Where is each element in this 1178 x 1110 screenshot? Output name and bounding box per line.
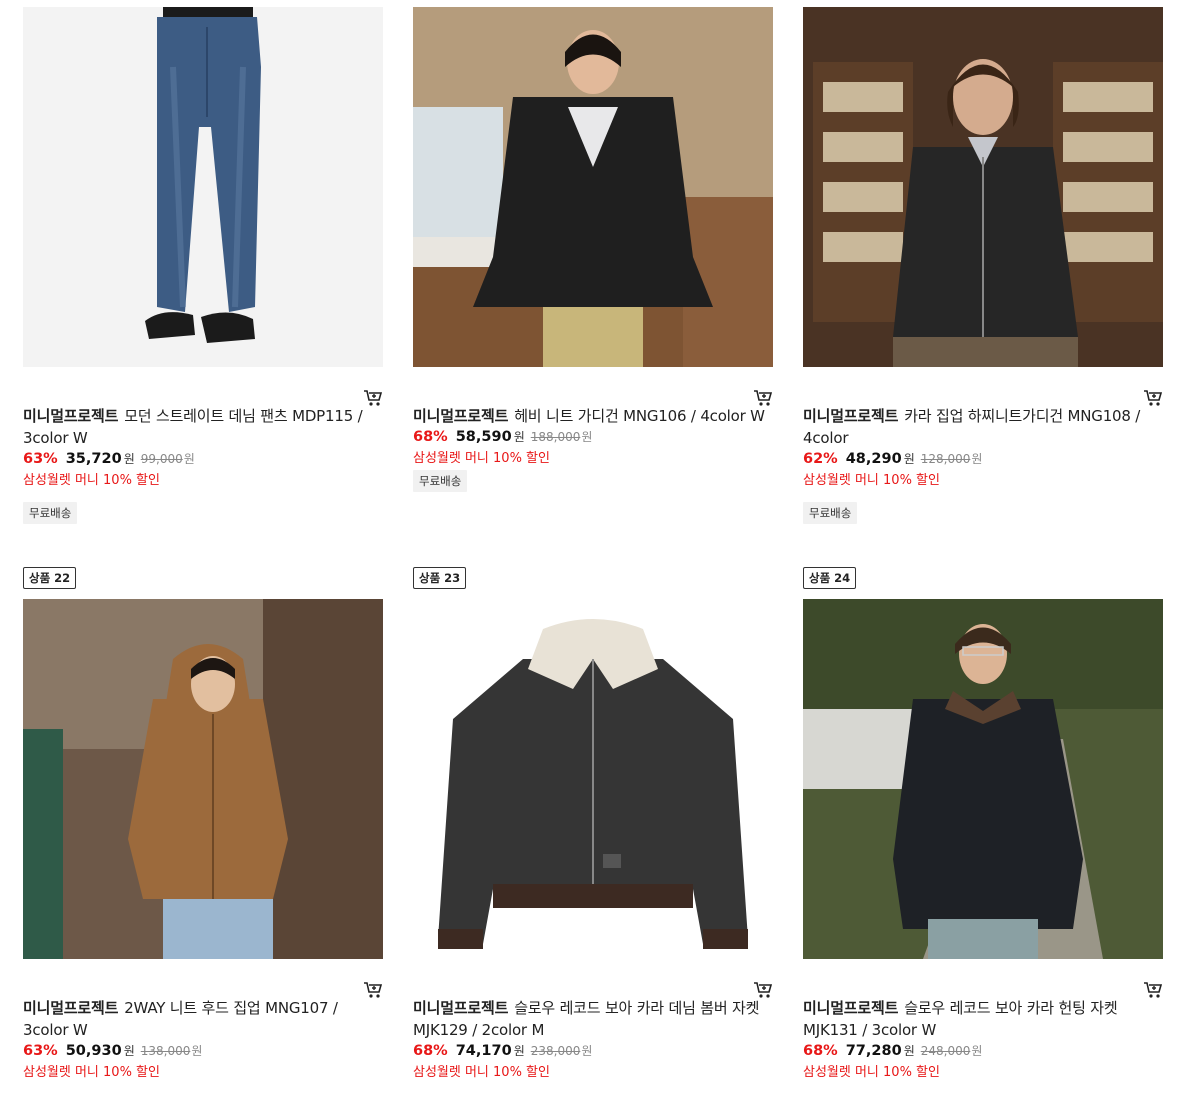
promo-text: 삼성월렛 머니 10% 할인 <box>803 473 940 488</box>
price-row: 68% 77,280 원 248,000 원 <box>803 1042 1163 1064</box>
cart-icon[interactable] <box>1143 981 1163 999</box>
cart-icon[interactable] <box>363 981 383 999</box>
original-price: 128,000 <box>920 452 971 466</box>
cart-row <box>413 959 773 999</box>
product-image-knit-hood-zip <box>23 599 383 959</box>
brand-name: 미니멀프로젝트 <box>23 407 119 425</box>
product-image-link[interactable] <box>23 599 383 959</box>
product-image-denim-pants <box>23 7 383 367</box>
cart-row <box>803 367 1163 407</box>
original-price: 138,000 <box>140 1044 191 1058</box>
original-price: 188,000 <box>530 430 581 444</box>
cart-icon[interactable] <box>363 389 383 407</box>
brand-name: 미니멀프로젝트 <box>803 407 899 425</box>
promo-text: 삼성월렛 머니 10% 할인 <box>803 1065 940 1080</box>
brand-name: 미니멀프로젝트 <box>413 407 509 425</box>
price-row: 63% 35,720 원 99,000 원 <box>23 450 383 472</box>
cart-icon[interactable] <box>753 389 773 407</box>
product-title[interactable]: 미니멀프로젝트 슬로우 레코드 보아 카라 데님 봄버 자켓 MJK129 / 2… <box>413 997 773 1041</box>
discount-rate: 68% <box>413 1043 448 1059</box>
promo-text: 삼성월렛 머니 10% 할인 <box>23 473 160 488</box>
original-price: 238,000 <box>530 1044 581 1058</box>
product-card: 상품 23 미니멀프로젝트 슬로우 레코드 보아 카라 데님 봄버 자켓 MJK1… <box>413 567 773 1082</box>
free-shipping-badge: 무료배송 <box>413 470 468 492</box>
price-row: 62% 48,290 원 128,000 원 <box>803 450 1163 472</box>
original-price-unit: 원 <box>581 1044 593 1058</box>
brand-name: 미니멀프로젝트 <box>803 999 899 1017</box>
discount-rate: 68% <box>803 1043 838 1059</box>
original-price-unit: 원 <box>971 1044 983 1058</box>
cart-icon[interactable] <box>1143 389 1163 407</box>
cart-row <box>23 959 383 999</box>
product-image-link[interactable] <box>23 7 383 367</box>
sale-price: 35,720 <box>65 451 122 467</box>
original-price-unit: 원 <box>581 430 593 444</box>
product-card: 미니멀프로젝트 카라 집업 하찌니트가디건 MNG108 / 4color 62%… <box>803 7 1163 524</box>
rank-badge: 상품 23 <box>413 567 467 589</box>
cart-icon[interactable] <box>753 981 773 999</box>
price-unit: 원 <box>903 1044 915 1058</box>
promo-text: 삼성월렛 머니 10% 할인 <box>413 451 550 466</box>
sale-price: 50,930 <box>65 1043 122 1059</box>
product-title[interactable]: 미니멀프로젝트 모던 스트레이트 데님 팬츠 MDP115 / 3color W <box>23 405 383 449</box>
product-image-link[interactable] <box>413 599 773 959</box>
cart-row <box>23 367 383 407</box>
product-image-hunting-jacket <box>803 599 1163 959</box>
product-title[interactable]: 미니멀프로젝트 슬로우 레코드 보아 카라 헌팅 자켓 MJK131 / 3col… <box>803 997 1163 1041</box>
sale-price: 48,290 <box>845 451 902 467</box>
cart-row <box>413 367 773 407</box>
brand-name: 미니멀프로젝트 <box>413 999 509 1017</box>
product-title[interactable]: 미니멀프로젝트 카라 집업 하찌니트가디건 MNG108 / 4color <box>803 405 1163 449</box>
price-row: 63% 50,930 원 138,000 원 <box>23 1042 383 1064</box>
discount-rate: 62% <box>803 451 838 467</box>
price-unit: 원 <box>123 452 135 466</box>
original-price: 99,000 <box>140 452 183 466</box>
product-card: 미니멀프로젝트 헤비 니트 가디건 MNG106 / 4color W 68% 5… <box>413 7 773 492</box>
product-card: 상품 24 미니멀프로젝트 슬로우 레코드 보아 카라 헌팅 자켓 MJK131 … <box>803 567 1163 1082</box>
original-price: 248,000 <box>920 1044 971 1058</box>
original-price-unit: 원 <box>971 452 983 466</box>
price-unit: 원 <box>513 430 525 444</box>
price-unit: 원 <box>903 452 915 466</box>
product-name: 헤비 니트 가디건 MNG106 / 4color W <box>514 407 765 425</box>
sale-price: 77,280 <box>845 1043 902 1059</box>
product-image-bomber-jacket <box>413 599 773 959</box>
price-unit: 원 <box>123 1044 135 1058</box>
free-shipping-badge: 무료배송 <box>803 502 858 524</box>
product-title[interactable]: 미니멀프로젝트 헤비 니트 가디건 MNG106 / 4color W <box>413 405 773 427</box>
rank-badge: 상품 22 <box>23 567 77 589</box>
product-image-link[interactable] <box>803 599 1163 959</box>
promo-text: 삼성월렛 머니 10% 할인 <box>413 1065 550 1080</box>
product-card: 상품 22 미니멀프로젝트 2WAY 니트 후드 집업 MNG107 / 3col… <box>23 567 383 1082</box>
product-card: 미니멀프로젝트 모던 스트레이트 데님 팬츠 MDP115 / 3color W … <box>23 7 383 524</box>
product-image-link[interactable] <box>803 7 1163 367</box>
sale-price: 74,170 <box>455 1043 512 1059</box>
original-price-unit: 원 <box>191 1044 203 1058</box>
discount-rate: 68% <box>413 429 448 445</box>
cart-row <box>803 959 1163 999</box>
product-image-zip-cardigan <box>803 7 1163 367</box>
promo-text: 삼성월렛 머니 10% 할인 <box>23 1065 160 1080</box>
product-grid: 미니멀프로젝트 모던 스트레이트 데님 팬츠 MDP115 / 3color W … <box>0 0 1178 1110</box>
sale-price: 58,590 <box>455 429 512 445</box>
price-unit: 원 <box>513 1044 525 1058</box>
discount-rate: 63% <box>23 451 58 467</box>
rank-badge: 상품 24 <box>803 567 857 589</box>
price-row: 68% 58,590 원 188,000 원 <box>413 428 773 450</box>
product-image-knit-cardigan <box>413 7 773 367</box>
discount-rate: 63% <box>23 1043 58 1059</box>
free-shipping-badge: 무료배송 <box>23 502 78 524</box>
original-price-unit: 원 <box>183 452 195 466</box>
product-image-link[interactable] <box>413 7 773 367</box>
price-row: 68% 74,170 원 238,000 원 <box>413 1042 773 1064</box>
brand-name: 미니멀프로젝트 <box>23 999 119 1017</box>
product-title[interactable]: 미니멀프로젝트 2WAY 니트 후드 집업 MNG107 / 3color W <box>23 997 383 1041</box>
